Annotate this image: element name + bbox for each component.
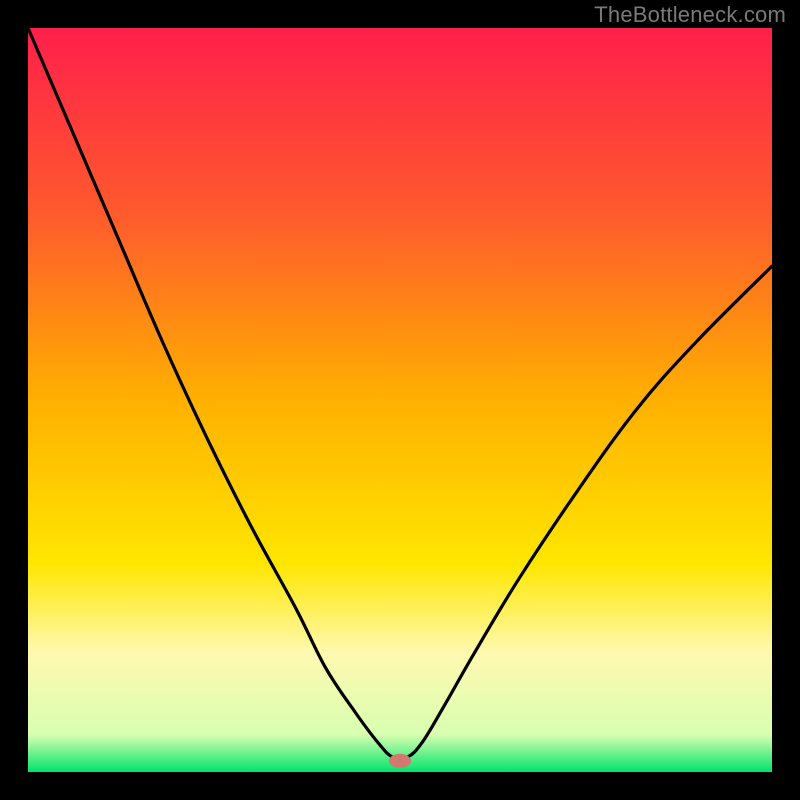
gradient-background	[28, 28, 772, 772]
plot-area	[28, 28, 772, 772]
optimum-marker	[389, 754, 411, 768]
watermark-text: TheBottleneck.com	[594, 2, 786, 28]
chart-frame: TheBottleneck.com	[0, 0, 800, 800]
plot-svg	[28, 28, 772, 772]
